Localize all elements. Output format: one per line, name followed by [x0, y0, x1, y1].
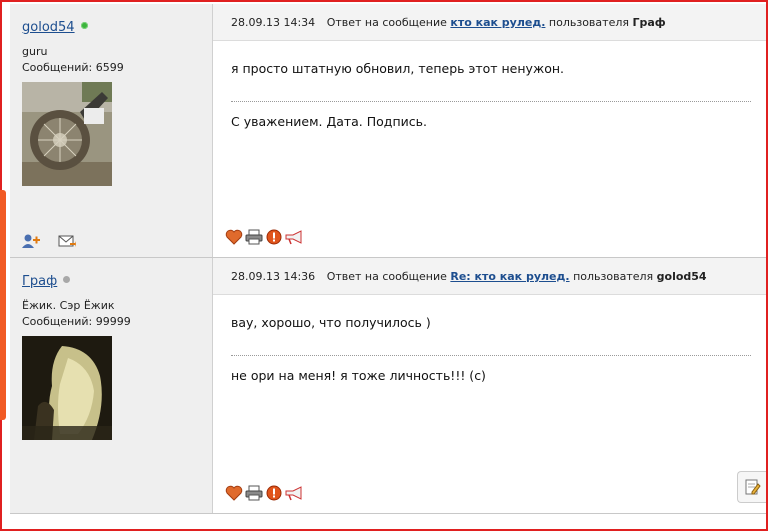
parent-topic-link[interactable]: Re: кто как рулед. — [450, 270, 569, 283]
heart-icon[interactable] — [225, 485, 243, 501]
reply-mid: пользователя — [548, 16, 629, 29]
forum-post: Граф Ёжик. Сэр Ёжик Сообщений: 99999 28.… — [10, 258, 766, 514]
post-signature: С уважением. Дата. Подпись. — [231, 114, 427, 129]
post-date: 28.09.13 14:36 — [231, 270, 316, 283]
offline-status-icon — [63, 276, 71, 283]
author-message-count: Сообщений: 6599 — [22, 61, 124, 74]
parent-topic-link[interactable]: кто как рулед. — [450, 16, 545, 29]
edit-button[interactable] — [737, 471, 766, 503]
post-text: вау, хорошо, что получилось ) — [231, 315, 431, 330]
post-header: 28.09.13 14:36 Ответ на сообщение Re: кт… — [213, 258, 766, 295]
reply-mid: пользователя — [573, 270, 654, 283]
author-rank: guru — [22, 45, 48, 58]
megaphone-icon[interactable] — [285, 485, 303, 501]
forum-post: golod54 guru Сообщений: 6599 28.09.13 14… — [10, 4, 766, 258]
reply-user: golod54 — [656, 270, 707, 283]
post-date: 28.09.13 14:34 — [231, 16, 316, 29]
send-message-icon[interactable] — [58, 233, 76, 249]
reply-prefix: Ответ на сообщение — [326, 16, 447, 29]
author-name-link[interactable]: golod54 — [22, 20, 75, 35]
author-rank: Ёжик. Сэр Ёжик — [22, 299, 115, 312]
megaphone-icon[interactable] — [285, 229, 303, 245]
post-header: 28.09.13 14:34 Ответ на сообщение кто ка… — [213, 4, 766, 41]
reply-user: Граф — [632, 16, 666, 29]
post-author-panel: golod54 guru Сообщений: 6599 — [10, 4, 213, 257]
post-author-panel: Граф Ёжик. Сэр Ёжик Сообщений: 99999 — [10, 258, 213, 513]
warning-icon[interactable] — [265, 485, 283, 501]
post-content: 28.09.13 14:34 Ответ на сообщение кто ка… — [213, 4, 766, 257]
print-icon[interactable] — [245, 485, 263, 501]
warning-icon[interactable] — [265, 229, 283, 245]
print-icon[interactable] — [245, 229, 263, 245]
edit-icon — [745, 479, 761, 495]
feedback-side-tab[interactable] — [0, 190, 6, 420]
post-signature: не ори на меня! я тоже личность!!! (с) — [231, 368, 486, 383]
author-message-count: Сообщений: 99999 — [22, 315, 131, 328]
reply-prefix: Ответ на сообщение — [326, 270, 447, 283]
author-name-link[interactable]: Граф — [22, 274, 57, 289]
post-body: я просто штатную обновил, теперь этот не… — [213, 41, 766, 136]
post-actions — [225, 229, 303, 245]
signature-divider — [231, 355, 751, 356]
online-status-icon — [80, 22, 88, 29]
avatar — [22, 336, 112, 440]
add-friend-icon[interactable] — [22, 233, 40, 249]
avatar — [22, 82, 112, 186]
heart-icon[interactable] — [225, 229, 243, 245]
post-content: 28.09.13 14:36 Ответ на сообщение Re: кт… — [213, 258, 766, 513]
signature-divider — [231, 101, 751, 102]
post-text: я просто штатную обновил, теперь этот не… — [231, 61, 564, 76]
post-body: вау, хорошо, что получилось ) не ори на … — [213, 295, 766, 390]
post-actions — [225, 485, 303, 501]
